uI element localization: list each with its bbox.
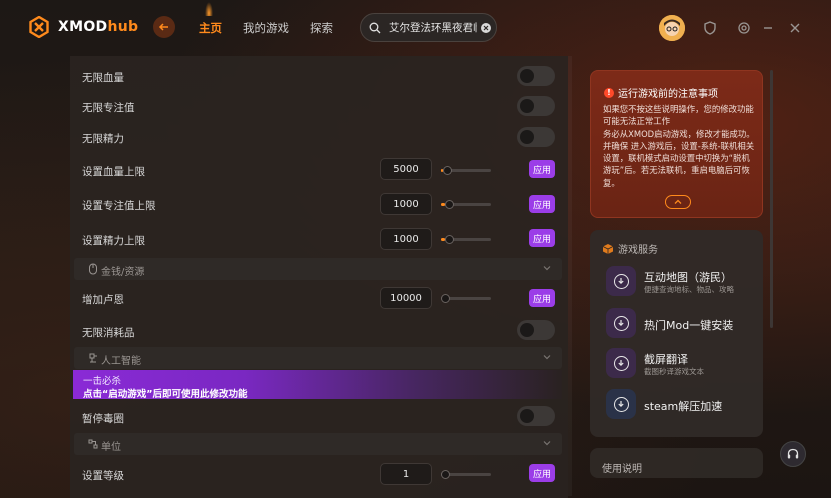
app-title: XMODhub — [58, 19, 139, 35]
setting-label: 设置血量上限 — [82, 166, 145, 178]
service-mod-install[interactable]: 热门Mod一键安装 — [606, 308, 756, 342]
back-button[interactable] — [153, 16, 175, 38]
setting-label: 无限血量 — [82, 72, 124, 84]
download-icon — [606, 348, 636, 378]
toggle-infinite-focus[interactable] — [517, 96, 555, 116]
service-title: 截屏翻译 — [644, 353, 688, 366]
unit-icon — [88, 439, 98, 449]
download-icon — [606, 308, 636, 338]
service-title: 互动地图（游民） — [644, 271, 732, 284]
search-input[interactable]: 艾尔登法环黑夜君临 — [389, 20, 477, 35]
arrow-left-icon — [158, 23, 168, 31]
slider-handle[interactable] — [443, 166, 452, 175]
stamina-max-input[interactable]: 1000 — [380, 228, 432, 250]
level-input[interactable]: 1 — [380, 463, 432, 485]
warning-icon: ! — [604, 87, 614, 98]
notice-card: ! 运行游戏前的注意事项 如果您不按这些说明操作，您的修改功能可能无法正常工作 … — [590, 70, 763, 218]
section-money-resources[interactable]: 金钱/资源 — [74, 258, 562, 280]
mouse-icon — [89, 263, 97, 275]
slider-handle[interactable] — [441, 470, 450, 479]
add-runes-slider[interactable] — [441, 294, 491, 303]
game-services-card: 游戏服务 互动地图（游民） 便捷查询地标、物品、攻略 热门Mod一键安装 截屏翻… — [590, 230, 763, 437]
chevron-down-icon — [543, 266, 551, 271]
service-title: 热门Mod一键安装 — [644, 319, 734, 332]
setting-label: 增加卢恩 — [82, 294, 124, 306]
cube-icon — [602, 243, 614, 254]
active-tab-glow — [205, 2, 213, 16]
setting-label: 无限精力 — [82, 133, 124, 145]
apply-button[interactable]: 应用 — [529, 464, 555, 482]
nav-explore[interactable]: 探索 — [310, 20, 333, 36]
health-max-input[interactable]: 5000 — [380, 158, 432, 180]
toggle-infinite-health[interactable] — [517, 66, 555, 86]
apply-button[interactable]: 应用 — [529, 195, 555, 213]
service-subtitle: 截图秒译游戏文本 — [644, 367, 704, 376]
promo-hint: 点击“启动游戏”后即可使用此修改功能 — [83, 389, 248, 400]
xmod-logo-icon — [28, 15, 50, 39]
settings-icon[interactable] — [737, 21, 751, 35]
clear-search-icon[interactable] — [481, 22, 491, 33]
search-icon — [369, 22, 381, 33]
notice-body: 如果您不按这些说明操作，您的修改功能可能无法正常工作 务必从XMOD启动游戏，修… — [603, 104, 755, 188]
service-screenshot-translate[interactable]: 截屏翻译 截图秒译游戏文本 — [606, 348, 756, 382]
notice-title: 运行游戏前的注意事项 — [618, 89, 718, 100]
section-title: 单位 — [101, 442, 121, 453]
service-title: steam解压加速 — [644, 400, 723, 413]
headset-icon — [787, 448, 799, 459]
download-icon — [606, 266, 636, 296]
apply-button[interactable]: 应用 — [529, 160, 555, 178]
focus-max-input[interactable]: 1000 — [380, 193, 432, 215]
chevron-down-icon — [543, 441, 551, 446]
apply-button[interactable]: 应用 — [529, 289, 555, 307]
health-max-slider[interactable] — [441, 166, 491, 175]
toggle-pause-poison-circle[interactable] — [517, 406, 555, 426]
setting-label: 无限专注值 — [82, 102, 135, 114]
section-ai[interactable]: 人工智能 — [74, 347, 562, 369]
setting-label: 暂停毒圈 — [82, 413, 124, 425]
nav-my-games[interactable]: 我的游戏 — [243, 20, 289, 36]
chevron-down-icon — [543, 355, 551, 360]
focus-max-slider[interactable] — [441, 200, 491, 209]
usage-title: 使用说明 — [602, 464, 642, 475]
section-title: 人工智能 — [101, 356, 141, 367]
minimize-icon[interactable] — [761, 21, 775, 35]
setting-label: 设置专注值上限 — [82, 200, 156, 212]
services-title: 游戏服务 — [618, 245, 658, 256]
shield-icon[interactable] — [703, 21, 717, 35]
service-steam-unpack[interactable]: steam解压加速 — [606, 389, 756, 423]
slider-handle[interactable] — [445, 200, 454, 209]
user-avatar[interactable] — [659, 15, 685, 41]
slider-handle[interactable] — [441, 294, 450, 303]
service-interactive-map[interactable]: 互动地图（游民） 便捷查询地标、物品、攻略 — [606, 266, 756, 300]
setting-label: 无限消耗品 — [82, 327, 135, 339]
search-box[interactable]: 艾尔登法环黑夜君临 — [360, 13, 497, 42]
usage-guide-card[interactable]: 使用说明 — [590, 448, 763, 478]
chevron-up-icon — [674, 199, 682, 204]
collapse-notice-button[interactable] — [665, 195, 691, 209]
sidebar-scrollbar[interactable] — [770, 70, 773, 328]
toggle-infinite-consumables[interactable] — [517, 320, 555, 340]
main-scrollbar[interactable] — [568, 56, 572, 496]
setting-label: 设置等级 — [82, 470, 124, 482]
top-bar: XMODhub 主页 我的游戏 探索 艾尔登法环黑夜君临 — [0, 0, 831, 56]
setting-label: 设置精力上限 — [82, 235, 145, 247]
slider-handle[interactable] — [445, 235, 454, 244]
toggle-infinite-stamina[interactable] — [517, 127, 555, 147]
customer-support-button[interactable] — [780, 441, 806, 467]
add-runes-input[interactable]: 10000 — [380, 287, 432, 309]
download-icon — [606, 389, 636, 419]
service-subtitle: 便捷查询地标、物品、攻略 — [644, 285, 734, 294]
section-unit[interactable]: 单位 — [74, 433, 562, 455]
locked-feature-banner[interactable]: 一击必杀 点击“启动游戏”后即可使用此修改功能 — [73, 370, 562, 400]
close-icon[interactable] — [788, 21, 802, 35]
stamina-max-slider[interactable] — [441, 235, 491, 244]
promo-feature-name: 一击必杀 — [83, 376, 122, 387]
nav-home[interactable]: 主页 — [199, 20, 222, 36]
section-title: 金钱/资源 — [101, 267, 145, 278]
level-slider[interactable] — [441, 470, 491, 479]
apply-button[interactable]: 应用 — [529, 229, 555, 247]
robot-icon — [89, 353, 97, 363]
app-logo[interactable]: XMODhub — [28, 15, 139, 39]
